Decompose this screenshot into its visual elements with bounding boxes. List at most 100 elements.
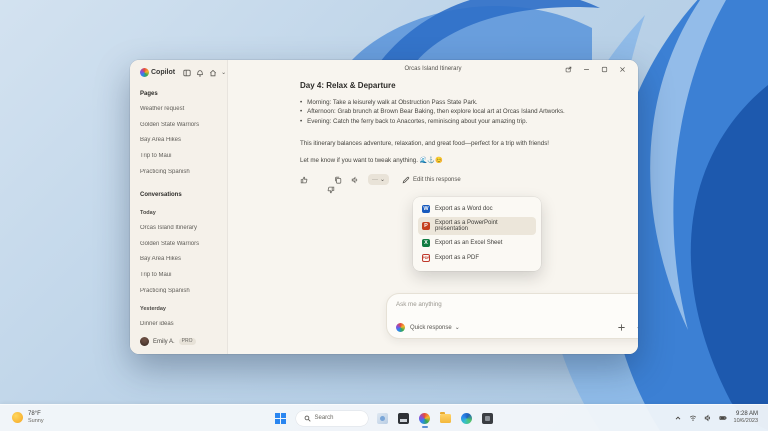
itinerary-bullet: • Morning: Take a leisurely walk at Obst… — [300, 98, 624, 107]
day-heading: Day 4: Relax & Departure — [300, 81, 396, 90]
copilot-logo-icon — [140, 68, 149, 77]
taskbar-app-photos[interactable] — [398, 412, 410, 424]
clock-date: 10/6/2023 — [733, 418, 758, 425]
brand-name: Copilot — [151, 69, 176, 76]
copilot-logo-icon — [396, 323, 405, 332]
weather-temp: 78°F — [28, 411, 41, 418]
sidebar-header: Copilot ⌄ — [140, 68, 226, 77]
weather-condition: Sunny — [28, 418, 44, 425]
today-label: Today — [140, 210, 156, 217]
taskbar-app-edge[interactable] — [461, 412, 473, 424]
add-attachment-icon[interactable] — [617, 323, 626, 332]
sidebar-page-golden-state-warriors[interactable]: Golden State Warriors — [140, 122, 219, 128]
microphone-icon[interactable] — [636, 323, 638, 332]
ask-input[interactable] — [396, 301, 638, 308]
export-excel-label: Export as an Excel Sheet — [435, 240, 503, 246]
taskbar-app-widgets[interactable] — [377, 412, 389, 424]
taskbar-search[interactable]: Search — [295, 410, 368, 426]
minimize-icon[interactable] — [583, 66, 590, 73]
chevron-down-icon[interactable]: ⌄ — [221, 69, 226, 76]
response-mode-label: Quick response — [410, 324, 452, 331]
widgets-icon — [377, 412, 388, 424]
sidebar-conv-trip-to-maui[interactable]: Trip to Maui — [140, 272, 219, 278]
desktop: Copilot ⌄ Pages Weather request Golden S… — [0, 0, 768, 431]
user-name: Emily A. — [153, 338, 175, 345]
notifications-bell-icon[interactable] — [196, 69, 204, 77]
sidebar-toggle-icon[interactable] — [183, 69, 191, 77]
summary-text: This itinerary balances adventure, relax… — [300, 139, 550, 147]
sidebar-page-trip-to-maui[interactable]: Trip to Maui — [140, 153, 219, 159]
windows-logo-icon — [275, 412, 286, 424]
response-actions: ··· ⌄ Edit this response — [300, 174, 624, 193]
excel-icon: X — [422, 239, 430, 247]
bullet-text: Evening: Catch the ferry back to Anacort… — [307, 117, 528, 125]
titlebar: Orcas Island Itinerary — [228, 60, 638, 78]
export-menu: W Export as a Word doc P Export as a Pow… — [413, 197, 541, 271]
copilot-icon — [419, 412, 430, 424]
export-excel-item[interactable]: X Export as an Excel Sheet — [418, 236, 536, 250]
hidden-icons-chevron[interactable] — [674, 414, 682, 422]
composer-toolbar: Quick response ⌄ — [396, 323, 638, 332]
wifi-icon[interactable] — [689, 414, 697, 422]
sun-icon — [12, 412, 23, 424]
copy-icon[interactable] — [334, 176, 342, 184]
bullet-text: Morning: Take a leisurely walk at Obstru… — [307, 99, 478, 106]
home-icon[interactable] — [209, 69, 217, 77]
taskbar-app-file-explorer[interactable] — [440, 411, 452, 424]
more-options-button[interactable]: ··· ⌄ — [368, 174, 390, 186]
bullet-dot: • — [300, 117, 303, 125]
camera-icon — [482, 412, 493, 424]
thumbs-down-icon[interactable] — [317, 176, 335, 193]
export-word-item[interactable]: W Export as a Word doc — [418, 202, 536, 216]
pages-section-label: Pages — [140, 91, 158, 97]
search-label: Search — [314, 415, 334, 421]
clock-time: 9:28 AM — [735, 411, 758, 418]
close-icon[interactable] — [619, 66, 626, 73]
word-icon: W — [422, 205, 430, 213]
composer: Quick response ⌄ — [386, 293, 638, 339]
composer-actions — [617, 323, 638, 332]
thumbs-up-icon[interactable] — [300, 176, 308, 184]
yesterday-label: Yesterday — [140, 306, 166, 313]
edit-response-label: Edit this response — [413, 176, 461, 183]
export-powerpoint-label: Export as a PowerPoint presentation — [435, 220, 498, 232]
sidebar-conv-bay-area-hikes[interactable]: Bay Area Hikes — [140, 256, 219, 262]
active-app-indicator — [421, 426, 428, 428]
sidebar-page-weather-request[interactable]: Weather request — [140, 106, 219, 112]
read-aloud-icon[interactable] — [351, 176, 359, 184]
chevron-down-icon: ⌄ — [380, 177, 386, 184]
export-pdf-label: Export as a PDF — [435, 255, 480, 261]
bullet-text: Afternoon: Grab brunch at Brown Bear Bak… — [307, 108, 565, 116]
start-button[interactable] — [275, 412, 287, 424]
main-panel: Orcas Island Itinerary Day 4: Relax & De… — [228, 60, 638, 354]
folder-icon — [440, 411, 451, 423]
sidebar-conv-golden-state-warriors[interactable]: Golden State Warriors — [140, 241, 219, 247]
system-tray: 9:28 AM 10/6/2023 — [588, 411, 768, 425]
search-icon — [304, 415, 311, 422]
response-mode-button[interactable]: Quick response ⌄ — [410, 324, 460, 332]
taskbar-center: Search — [275, 410, 494, 428]
sidebar-conv-dinner-ideas[interactable]: Dinner ideas — [140, 321, 219, 327]
edge-icon — [461, 412, 472, 424]
weather-widget[interactable]: 78°F Sunny — [0, 411, 180, 424]
sidebar-page-practicing-spanish[interactable]: Practicing Spanish — [140, 169, 219, 175]
bullet-dot: • — [300, 99, 303, 106]
taskbar-app-copilot[interactable] — [419, 412, 431, 428]
taskbar-app-camera[interactable] — [482, 412, 494, 424]
pdf-icon: PDF — [422, 254, 430, 262]
export-pdf-item[interactable]: PDF Export as a PDF — [418, 251, 536, 265]
battery-icon[interactable] — [718, 414, 727, 422]
taskbar-clock[interactable]: 9:28 AM 10/6/2023 — [734, 411, 758, 425]
export-powerpoint-item[interactable]: P Export as a PowerPoint presentation — [418, 217, 536, 235]
sidebar-conv-orcas-island-itinerary[interactable]: Orcas Island Itinerary — [140, 225, 219, 231]
edit-response-button[interactable]: Edit this response — [402, 176, 461, 184]
avatar — [140, 337, 149, 347]
sidebar: Copilot ⌄ Pages Weather request Golden S… — [130, 60, 228, 354]
user-account-row[interactable]: Emily A. PRO — [140, 337, 219, 347]
sidebar-conv-practicing-spanish[interactable]: Practicing Spanish — [140, 288, 219, 294]
share-icon[interactable] — [565, 66, 572, 73]
maximize-icon[interactable] — [601, 66, 608, 73]
taskbar: 78°F Sunny Search 9:28 AM 10/6/2023 — [0, 404, 768, 431]
sidebar-page-bay-area-hikes[interactable]: Bay Area Hikes — [140, 137, 219, 143]
volume-icon[interactable] — [704, 414, 712, 422]
